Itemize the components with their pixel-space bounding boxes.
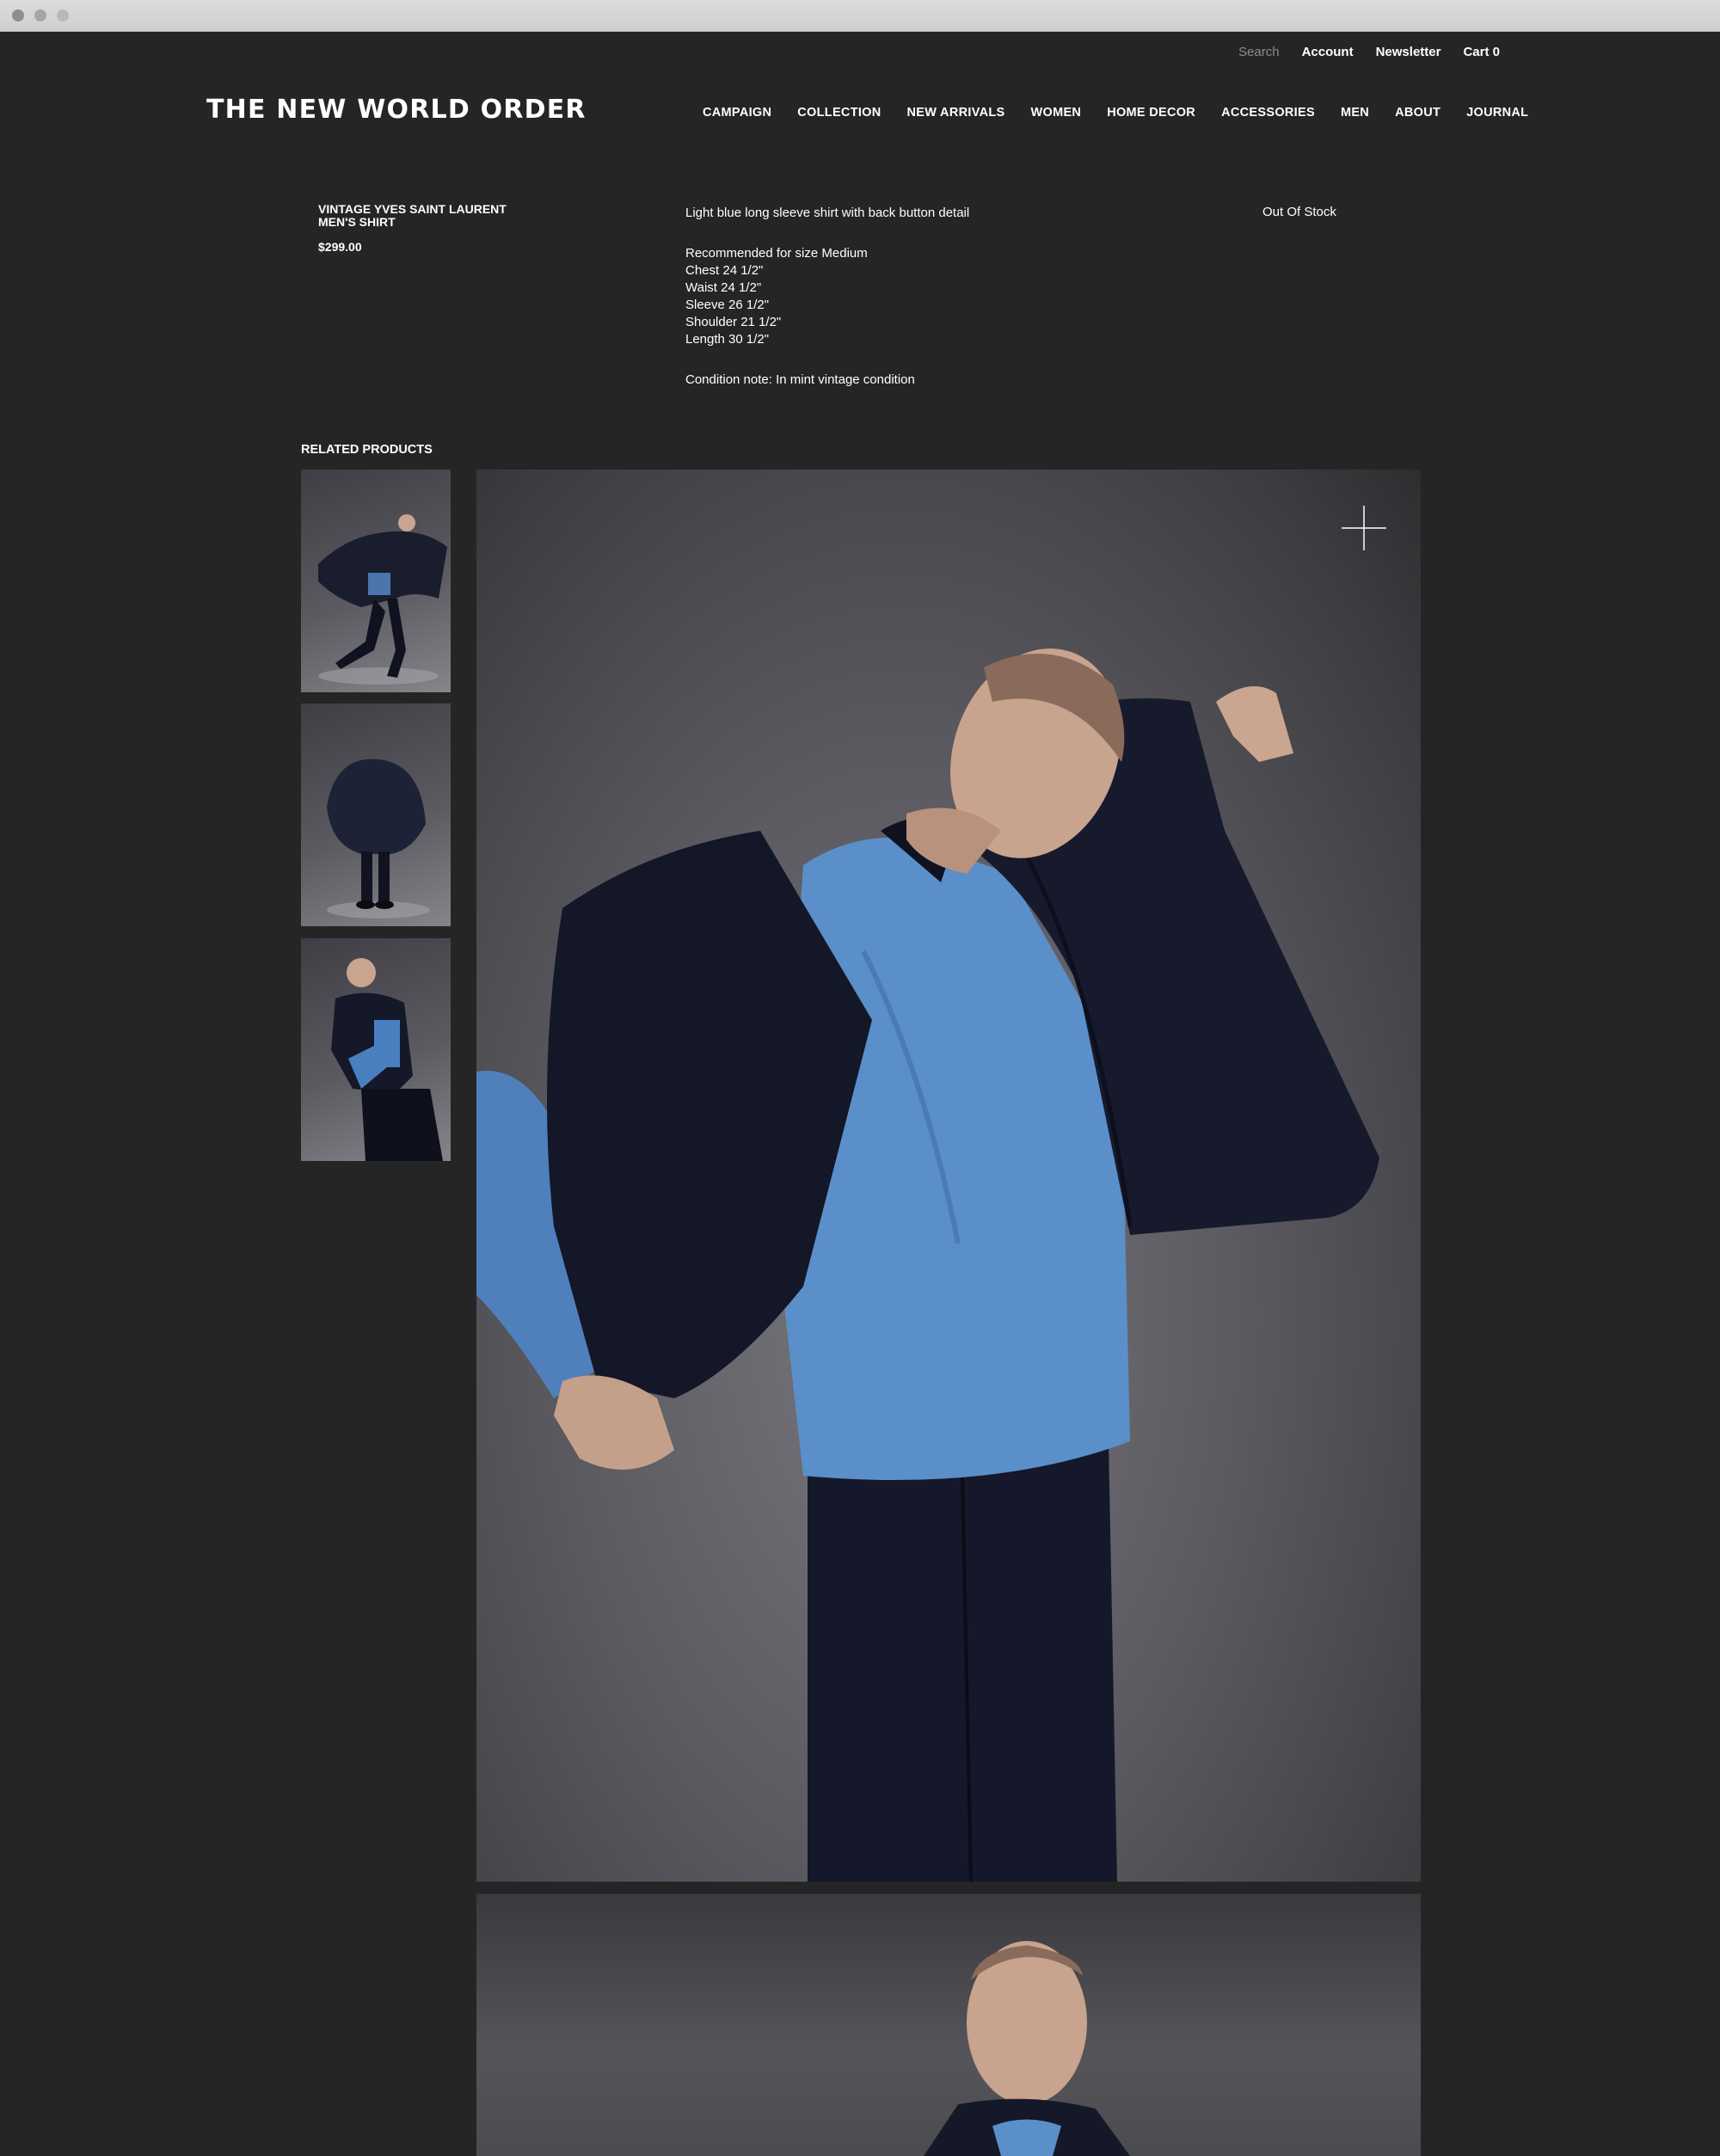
nav-campaign[interactable]: CAMPAIGN bbox=[703, 106, 771, 120]
nav-journal[interactable]: JOURNAL bbox=[1466, 106, 1528, 120]
measurement-line: Length 30 1/2" bbox=[685, 332, 770, 347]
measurement-line: Waist 24 1/2" bbox=[685, 280, 762, 295]
browser-chrome bbox=[0, 0, 1720, 32]
window-close-button[interactable] bbox=[12, 9, 24, 21]
related-product-thumbnail[interactable] bbox=[301, 703, 451, 926]
product-title: VINTAGE YVES SAINT LAURENT MEN'S SHIRT bbox=[318, 202, 507, 229]
condition-note: Condition note: In mint vintage conditio… bbox=[685, 372, 915, 387]
nav-about[interactable]: ABOUT bbox=[1395, 106, 1440, 120]
measurements-list: Recommended for size Medium Chest 24 1/2… bbox=[685, 245, 1115, 348]
main-nav: CAMPAIGN COLLECTION NEW ARRIVALS WOMEN H… bbox=[703, 106, 1528, 120]
utility-nav: Search Account Newsletter Cart 0 bbox=[1238, 45, 1500, 60]
account-link[interactable]: Account bbox=[1302, 45, 1354, 60]
related-product-thumbnail[interactable] bbox=[301, 938, 451, 1161]
plus-icon[interactable] bbox=[1340, 504, 1388, 552]
product-price: $299.00 bbox=[318, 240, 362, 254]
window-maximize-button[interactable] bbox=[57, 9, 69, 21]
newsletter-link[interactable]: Newsletter bbox=[1376, 45, 1441, 60]
nav-new-arrivals[interactable]: NEW ARRIVALS bbox=[907, 106, 1005, 120]
description-text: Light blue long sleeve shirt with back b… bbox=[685, 206, 970, 220]
search-link[interactable]: Search bbox=[1238, 45, 1280, 60]
nav-women[interactable]: WOMEN bbox=[1031, 106, 1082, 120]
nav-accessories[interactable]: ACCESSORIES bbox=[1221, 106, 1315, 120]
main-product-image[interactable] bbox=[476, 470, 1421, 1882]
measurement-line: Chest 24 1/2" bbox=[685, 263, 764, 278]
nav-men[interactable]: MEN bbox=[1341, 106, 1369, 120]
measurement-line: Shoulder 21 1/2" bbox=[685, 315, 782, 329]
measurement-line: Recommended for size Medium bbox=[685, 246, 868, 261]
nav-collection[interactable]: COLLECTION bbox=[797, 106, 881, 120]
product-image-2[interactable] bbox=[476, 1894, 1421, 2156]
cart-link[interactable]: Cart 0 bbox=[1463, 45, 1500, 60]
product-description: Light blue long sleeve shirt with back b… bbox=[685, 205, 1115, 412]
stock-status: Out Of Stock bbox=[1262, 205, 1336, 219]
window-minimize-button[interactable] bbox=[34, 9, 46, 21]
site-logo[interactable]: THE NEW WORLD ORDER bbox=[206, 95, 587, 125]
related-product-thumbnail[interactable] bbox=[301, 470, 451, 692]
measurement-line: Sleeve 26 1/2" bbox=[685, 298, 770, 312]
related-products-heading: RELATED PRODUCTS bbox=[301, 443, 433, 457]
nav-home-decor[interactable]: HOME DECOR bbox=[1107, 106, 1195, 120]
